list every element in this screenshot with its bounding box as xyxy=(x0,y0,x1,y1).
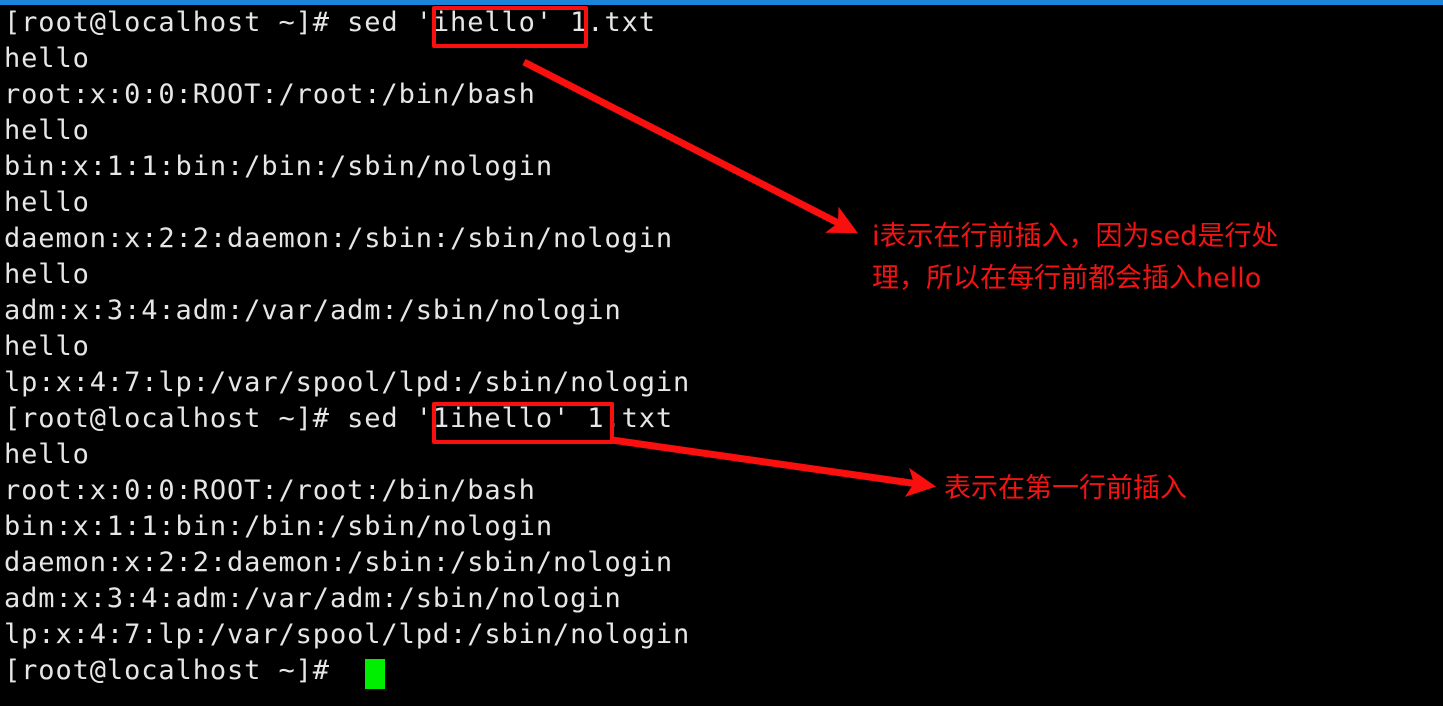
terminal-line: [root@localhost ~]# sed 'ihello' 1.txt xyxy=(4,7,656,38)
terminal-line: adm:x:3:4:adm:/var/adm:/sbin/nologin xyxy=(4,295,622,326)
terminal-line: hello xyxy=(4,331,90,362)
terminal-screenshot: [root@localhost ~]# sed 'ihello' 1.txt h… xyxy=(0,0,1443,706)
terminal-line: hello xyxy=(4,43,90,74)
annotation-text-insert-each-line: i表示在行前插入，因为sed是行处 理，所以在每行前都会插入hello xyxy=(872,221,1279,294)
annotation-text-insert-first-line: 表示在第一行前插入 xyxy=(944,473,1187,504)
terminal-line: daemon:x:2:2:daemon:/sbin:/sbin/nologin xyxy=(4,223,674,254)
terminal-line: lp:x:4:7:lp:/var/spool/lpd:/sbin/nologin xyxy=(4,619,691,650)
text-cursor xyxy=(365,659,385,689)
terminal-line: bin:x:1:1:bin:/bin:/sbin/nologin xyxy=(4,151,553,182)
terminal-line: root:x:0:0:ROOT:/root:/bin/bash xyxy=(4,475,536,506)
terminal-line: bin:x:1:1:bin:/bin:/sbin/nologin xyxy=(4,511,553,542)
terminal-line: hello xyxy=(4,115,90,146)
terminal-line: [root@localhost ~]# xyxy=(4,655,348,686)
terminal-line: hello xyxy=(4,187,90,218)
terminal-line: adm:x:3:4:adm:/var/adm:/sbin/nologin xyxy=(4,583,622,614)
terminal-line: [root@localhost ~]# sed '1ihello' 1.txt xyxy=(4,403,674,434)
terminal-output-area[interactable]: [root@localhost ~]# sed 'ihello' 1.txt h… xyxy=(0,5,1443,706)
terminal-line: lp:x:4:7:lp:/var/spool/lpd:/sbin/nologin xyxy=(4,367,691,398)
terminal-line: daemon:x:2:2:daemon:/sbin:/sbin/nologin xyxy=(4,547,674,578)
terminal-line: root:x:0:0:ROOT:/root:/bin/bash xyxy=(4,79,536,110)
terminal-line: hello xyxy=(4,439,90,470)
terminal-line: hello xyxy=(4,259,90,290)
